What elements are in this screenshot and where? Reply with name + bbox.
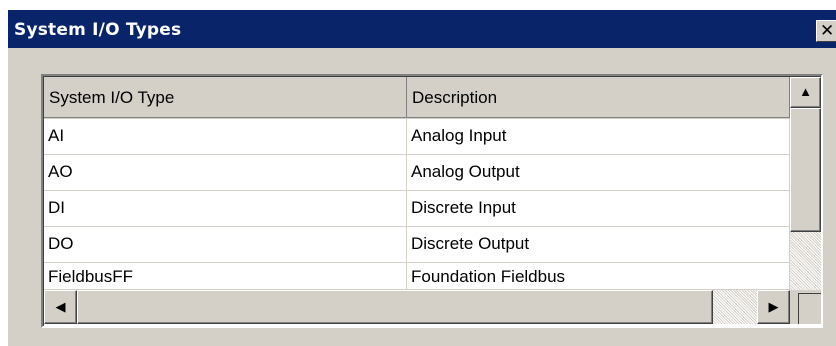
table-row[interactable]: DI Discrete Input — [44, 191, 790, 227]
horizontal-scrollbar[interactable]: ◀ ▶ — [44, 290, 790, 324]
arrow-right-icon: ▶ — [768, 299, 779, 314]
vertical-scroll-thumb[interactable] — [790, 108, 821, 232]
description-cell[interactable]: Foundation Fieldbus — [407, 263, 790, 290]
column-header-type[interactable]: System I/O Type — [44, 77, 407, 118]
close-icon: ✕ — [820, 21, 835, 41]
table-row[interactable]: FieldbusFF Foundation Fieldbus — [44, 263, 790, 290]
horizontal-scroll-thumb[interactable] — [77, 290, 713, 324]
description-cell[interactable]: Discrete Input — [407, 191, 790, 227]
table-row[interactable]: DO Discrete Output — [44, 227, 790, 263]
type-cell[interactable]: DO — [44, 227, 407, 263]
vertical-scrollbar[interactable]: ▲ — [790, 77, 821, 290]
close-button[interactable]: ✕ — [816, 20, 836, 42]
table-frame: System I/O Type Description AI Analog In… — [43, 76, 821, 326]
scroll-up-button[interactable]: ▲ — [790, 77, 821, 108]
type-cell[interactable]: AI — [44, 119, 407, 155]
table-row[interactable]: AI Analog Input — [44, 119, 790, 155]
type-cell[interactable]: DI — [44, 191, 407, 227]
type-cell[interactable]: AO — [44, 155, 407, 191]
arrow-left-icon: ◀ — [55, 299, 66, 314]
title-bar[interactable]: System I/O Types ✕ — [8, 10, 836, 48]
scrollbar-corner — [790, 290, 821, 324]
io-types-table[interactable]: System I/O Type Description AI Analog In… — [41, 74, 823, 328]
column-header-description[interactable]: Description — [407, 77, 790, 118]
system-io-types-dialog: System I/O Types ✕ System I/O Type Descr… — [7, 9, 836, 346]
type-cell[interactable]: FieldbusFF — [44, 263, 407, 290]
window-title: System I/O Types — [14, 20, 182, 40]
description-cell[interactable]: Analog Output — [407, 155, 790, 191]
table-row[interactable]: AO Analog Output — [44, 155, 790, 191]
scroll-left-button[interactable]: ◀ — [44, 290, 77, 324]
arrow-up-icon: ▲ — [799, 84, 812, 99]
table-header: System I/O Type Description — [44, 77, 790, 119]
corner-divider — [798, 293, 821, 324]
description-cell[interactable]: Discrete Output — [407, 227, 790, 263]
scroll-right-button[interactable]: ▶ — [757, 290, 790, 324]
description-cell[interactable]: Analog Input — [407, 119, 790, 155]
